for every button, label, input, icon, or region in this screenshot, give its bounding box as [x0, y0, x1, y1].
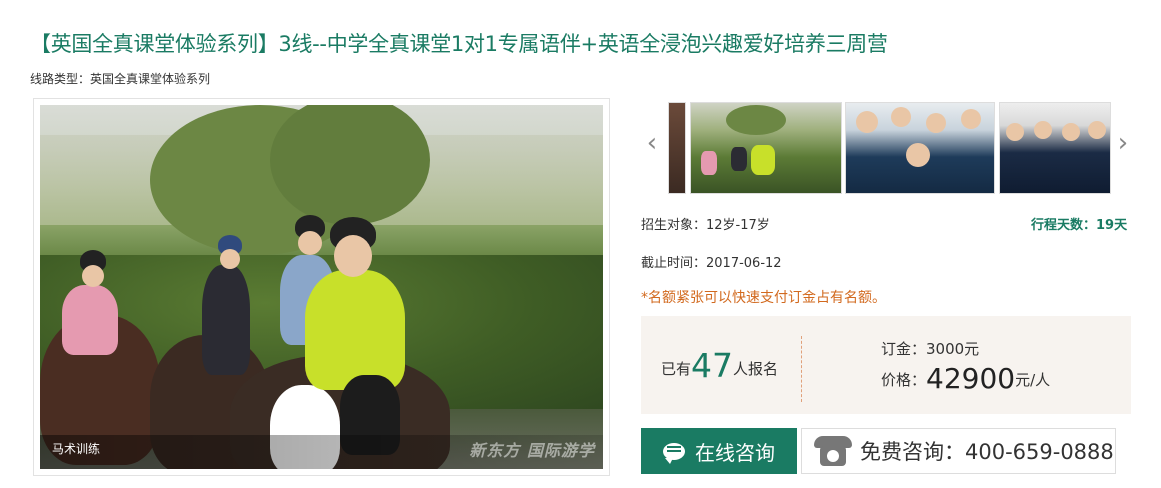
thumbnail-figure	[731, 147, 747, 171]
enrollment-target: 招生对象：12岁-17岁	[641, 218, 770, 233]
watermark: 新东方 国际游学	[469, 441, 595, 460]
photo-face	[82, 265, 104, 287]
enrolled-number: 47	[691, 346, 734, 385]
main-photo: 马术训练 新东方 国际游学	[33, 98, 610, 476]
price: 价格：42900元/人	[881, 362, 1050, 395]
thumbnail-figure	[701, 151, 717, 175]
thumbnail-face	[961, 109, 981, 129]
thumbnail-tree	[726, 105, 786, 135]
phone-consult-label: 免费咨询：400-659-0888	[860, 440, 1114, 464]
chevron-left-icon[interactable]: ‹	[642, 128, 662, 158]
thumbnail[interactable]	[845, 102, 995, 194]
chevron-right-icon[interactable]: ›	[1113, 128, 1133, 158]
thumbnail-face	[906, 143, 930, 167]
thumbnail-face	[1034, 121, 1052, 139]
price-value: 42900	[926, 362, 1016, 395]
online-consult-button[interactable]: 在线咨询	[641, 428, 797, 474]
photo-rider	[305, 270, 405, 390]
trip-days: 行程天数：19天	[1031, 218, 1128, 233]
enrolled-suffix: 人报名	[733, 360, 779, 378]
photo-caption: 马术训练	[52, 442, 101, 456]
thumbnail[interactable]	[668, 102, 686, 194]
photo-rider	[62, 285, 118, 355]
deadline: 截止时间：2017-06-12	[641, 256, 782, 271]
photo-face	[298, 231, 322, 255]
thumbnail-face	[1088, 121, 1106, 139]
page-title: 【英国全真课堂体验系列】3线--中学全真课堂1对1专属语伴+英语全浸泡兴趣爱好培…	[30, 32, 888, 56]
deposit-amount: 订金：3000元	[881, 340, 980, 358]
photo-rider	[202, 265, 250, 375]
price-box: 已有47人报名 订金：3000元 价格：42900元/人	[641, 316, 1131, 414]
thumbnail[interactable]	[690, 102, 842, 194]
thumbnail[interactable]	[999, 102, 1111, 194]
divider	[801, 336, 802, 402]
thumbnail-face	[856, 111, 878, 133]
thumbnail-face	[891, 107, 911, 127]
price-label: 价格：	[881, 371, 927, 389]
thumbnail-face	[926, 113, 946, 133]
thumbnail-face	[1062, 123, 1080, 141]
thumbnail-figure	[751, 145, 775, 175]
photo-face	[334, 235, 372, 277]
deposit-notice: *名额紧张可以快速支付订金占有名额。	[641, 290, 886, 306]
phone-icon	[814, 436, 852, 466]
route-type: 线路类型：英国全真课堂体验系列	[30, 72, 211, 86]
enrolled-prefix: 已有	[661, 360, 692, 378]
main-photo-image: 马术训练 新东方 国际游学	[40, 105, 603, 469]
online-consult-label: 在线咨询	[695, 440, 775, 465]
price-unit: 元/人	[1015, 371, 1051, 389]
phone-consult-button[interactable]: 免费咨询：400-659-0888	[801, 428, 1116, 474]
enrolled-count: 已有47人报名	[661, 346, 778, 385]
thumbnail-face	[1006, 123, 1024, 141]
photo-face	[220, 249, 240, 269]
chat-icon	[663, 442, 685, 464]
